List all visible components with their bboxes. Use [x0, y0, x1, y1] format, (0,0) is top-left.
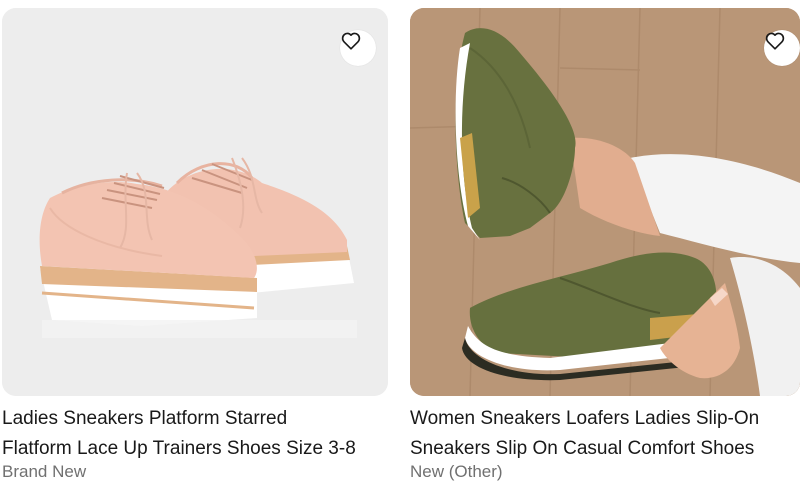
listing-card[interactable]: Ladies Sneakers Platform Starred Flatfor…: [0, 0, 390, 494]
listing-title[interactable]: Ladies Sneakers Platform Starred Flatfor…: [2, 404, 390, 464]
listing-title-line: Sneakers Slip On Casual Comfort Shoes: [410, 438, 755, 459]
condition-label: New (Other): [410, 462, 503, 481]
heart-icon: [341, 32, 361, 50]
listing-grid: Ladies Sneakers Platform Starred Flatfor…: [0, 0, 800, 494]
heart-icon: [765, 32, 785, 50]
listing-title-line: Flatform Lace Up Trainers Shoes Size 3-8: [2, 438, 356, 459]
listing-title-line: Ladies Sneakers Platform Starred: [2, 408, 288, 429]
listing-card[interactable]: Women Sneakers Loafers Ladies Slip-On Sn…: [410, 0, 800, 494]
pink-platform-oxford-shoes-image: [2, 8, 388, 396]
watch-button[interactable]: [764, 30, 800, 66]
watch-button[interactable]: [340, 30, 376, 66]
product-image[interactable]: [410, 8, 800, 396]
product-image[interactable]: [2, 8, 388, 396]
condition-label: Brand New: [2, 462, 87, 481]
listing-title[interactable]: Women Sneakers Loafers Ladies Slip-On Sn…: [410, 404, 800, 464]
listing-title-line: Women Sneakers Loafers Ladies Slip-On: [410, 408, 760, 429]
olive-slip-on-sneakers-image: [410, 8, 800, 396]
